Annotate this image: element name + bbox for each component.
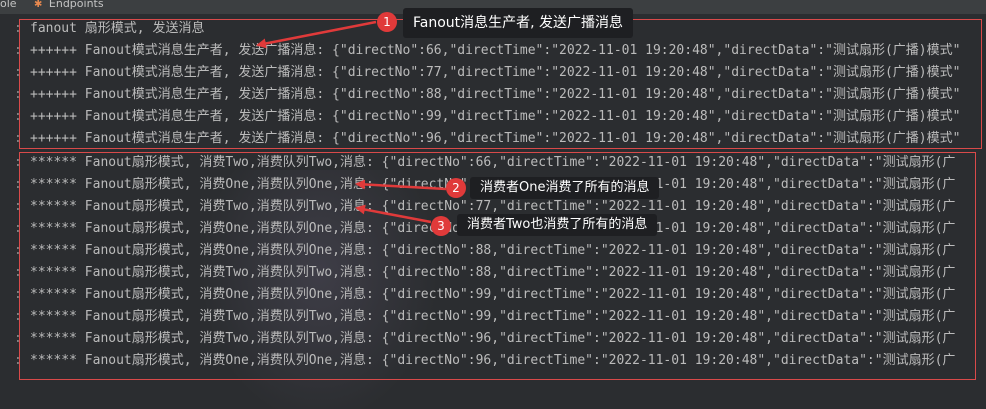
- annotation-badge-3: 3: [431, 216, 451, 236]
- annotation-callout-3: 消费者Two也消费了所有的消息: [457, 214, 658, 236]
- annotation-callout-1: Fanout消息生产者, 发送广播消息: [403, 8, 634, 38]
- endpoints-icon: ✱: [34, 0, 43, 10]
- annotation-callout-2: 消费者One消费了所有的消息: [470, 177, 660, 199]
- tab-endpoints-label: Endpoints: [48, 0, 104, 10]
- tab-console[interactable]: ole: [0, 0, 17, 11]
- console-gutter: [0, 15, 14, 409]
- annotation-badge-1: 1: [377, 12, 397, 32]
- tab-console-label: ole: [0, 0, 17, 10]
- annotation-badge-2: 2: [446, 178, 466, 198]
- producer-highlight-box: [19, 19, 982, 149]
- tab-endpoints[interactable]: ✱ Endpoints: [34, 0, 104, 11]
